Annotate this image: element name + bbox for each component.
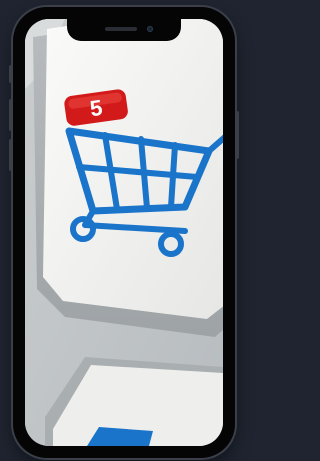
front-camera [147, 26, 153, 32]
volume-up-button [9, 99, 13, 131]
phone-screen: 5 [25, 19, 223, 446]
phone-notch [67, 19, 181, 41]
shopping-cart-photo: 5 [25, 19, 223, 446]
power-button [235, 111, 239, 159]
speaker-grille [105, 27, 137, 31]
volume-down-button [9, 139, 13, 171]
phone-frame: 5 [9, 7, 239, 458]
mute-switch [9, 65, 13, 83]
